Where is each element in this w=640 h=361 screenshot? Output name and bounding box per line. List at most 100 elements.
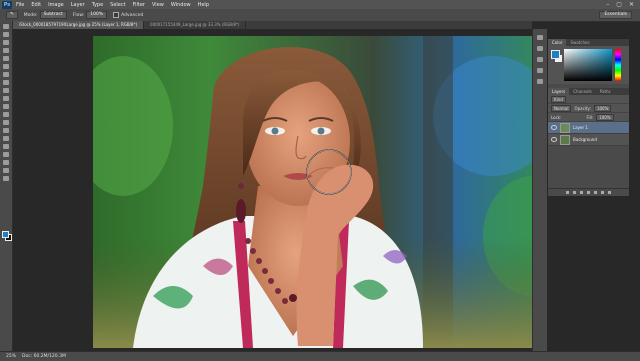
visibility-eye-icon[interactable] <box>551 125 557 130</box>
mode-select[interactable]: Subtract <box>39 11 67 19</box>
menu-window[interactable]: Window <box>171 2 191 8</box>
eyedropper-tool-icon[interactable] <box>3 64 9 69</box>
workspace-select[interactable]: Essentials <box>599 11 632 19</box>
flow-input[interactable]: 100% <box>86 11 108 19</box>
tool-preset-icon[interactable]: ✎ <box>6 11 18 19</box>
hand-tool-icon[interactable] <box>3 168 9 173</box>
lock-label: Lock: <box>551 114 562 120</box>
trash-icon[interactable] <box>608 191 611 194</box>
paragraph-panel-icon[interactable] <box>537 79 543 84</box>
tab-channels[interactable]: Channels <box>569 88 596 95</box>
collapsed-panels <box>532 29 547 351</box>
window-controls: – ▢ ✕ <box>606 1 634 8</box>
menu-filter[interactable]: Filter <box>133 2 145 8</box>
lasso-tool-icon[interactable] <box>3 40 9 45</box>
fill-input[interactable]: 100% <box>596 113 614 121</box>
canvas-area[interactable] <box>13 29 532 351</box>
tab-swatches[interactable]: Swatches <box>566 39 593 46</box>
fill-label: Fill: <box>586 114 594 120</box>
marquee-tool-icon[interactable] <box>3 32 9 37</box>
character-panel-icon[interactable] <box>537 68 543 73</box>
brush-tool-icon[interactable] <box>3 80 9 85</box>
maximize-button[interactable]: ▢ <box>616 1 622 8</box>
history-panel-icon[interactable] <box>537 35 543 40</box>
layer-name: Layer 1 <box>573 125 588 130</box>
healing-tool-icon[interactable] <box>3 72 9 77</box>
tools-panel <box>0 21 13 351</box>
group-icon[interactable] <box>594 191 597 194</box>
menu-type[interactable]: Type <box>92 2 103 8</box>
gradient-tool-icon[interactable] <box>3 112 9 117</box>
opacity-input[interactable]: 100% <box>593 104 612 112</box>
brush-panel-icon[interactable] <box>537 57 543 62</box>
eraser-tool-icon[interactable] <box>3 104 9 109</box>
layer-row-layer-1[interactable]: Layer 1 <box>548 122 629 134</box>
menu-bar: Ps File Edit Image Layer Type Select Fil… <box>0 0 640 9</box>
tab-document-2[interactable]: 000017155449_Large.jpg @ 33.3% (RGB/8*) <box>144 21 247 29</box>
tab-document-1[interactable]: iStock_000018579719XLarge.jpg @ 25% (Lay… <box>13 21 145 29</box>
properties-panel-icon[interactable] <box>537 46 543 51</box>
dodge-tool-icon[interactable] <box>3 128 9 133</box>
doc-size: Doc: 60.2M/120.3M <box>22 354 66 359</box>
layer-thumbnail <box>560 134 570 145</box>
menu-help[interactable]: Help <box>198 2 209 8</box>
mask-icon[interactable] <box>580 191 583 194</box>
zoom-tool-icon[interactable] <box>3 176 9 181</box>
photoshop-logo: Ps <box>2 0 12 9</box>
menu-file[interactable]: File <box>16 2 24 8</box>
right-panel: Color Swatches Layers Channels Paths Kin… <box>547 38 630 197</box>
zoom-level[interactable]: 25% <box>6 354 16 359</box>
menu-edit[interactable]: Edit <box>31 2 41 8</box>
flow-control: Flow: 100% <box>72 11 108 19</box>
pen-tool-icon[interactable] <box>3 136 9 141</box>
tab-layers[interactable]: Layers <box>548 88 570 95</box>
new-layer-icon[interactable] <box>601 191 604 194</box>
history-brush-tool-icon[interactable] <box>3 96 9 101</box>
color-spectrum[interactable] <box>564 49 612 81</box>
color-picker <box>548 46 629 84</box>
foreground-color-swatch[interactable] <box>2 231 9 238</box>
layer-filter-row: Kind <box>548 95 629 104</box>
crop-tool-icon[interactable] <box>3 56 9 61</box>
advanced-option[interactable]: Advanced <box>113 12 143 18</box>
link-layers-icon[interactable] <box>566 191 569 194</box>
fx-icon[interactable] <box>573 191 576 194</box>
layers-panel-tabs: Layers Channels Paths <box>548 88 629 95</box>
type-tool-icon[interactable] <box>3 144 9 149</box>
blend-mode-select[interactable]: Normal <box>551 104 572 112</box>
document-tabs: iStock_000018579719XLarge.jpg @ 25% (Lay… <box>13 21 532 29</box>
move-tool-icon[interactable] <box>3 24 9 29</box>
menu-view[interactable]: View <box>152 2 164 8</box>
layers-footer <box>548 188 629 196</box>
blur-tool-icon[interactable] <box>3 120 9 125</box>
kind-select[interactable]: Kind <box>551 95 566 103</box>
lock-row: Lock: Fill: 100% <box>548 113 629 122</box>
menu-select[interactable]: Select <box>110 2 125 8</box>
quick-select-tool-icon[interactable] <box>3 48 9 53</box>
tab-paths[interactable]: Paths <box>596 88 615 95</box>
flow-label: Flow: <box>72 12 85 18</box>
hue-slider[interactable] <box>615 49 621 81</box>
visibility-eye-icon[interactable] <box>551 137 557 142</box>
color-panel-tabs: Color Swatches <box>548 39 629 46</box>
adjustment-icon[interactable] <box>587 191 590 194</box>
advanced-label: Advanced <box>121 12 144 18</box>
path-select-tool-icon[interactable] <box>3 152 9 157</box>
opacity-label: Opacity: <box>574 105 591 111</box>
mode-control: Mode: Subtract <box>24 11 67 19</box>
clone-stamp-tool-icon[interactable] <box>3 88 9 93</box>
layer-row-background[interactable]: Background <box>548 134 629 146</box>
menu-layer[interactable]: Layer <box>71 2 85 8</box>
tab-color[interactable]: Color <box>548 39 567 46</box>
color-fg-swatch[interactable] <box>551 50 560 59</box>
menu-image[interactable]: Image <box>48 2 64 8</box>
minimize-button[interactable]: – <box>606 1 609 8</box>
portrait-photo <box>93 36 532 348</box>
layer-name: Background <box>573 137 597 142</box>
advanced-checkbox[interactable] <box>113 12 120 18</box>
mode-label: Mode: <box>23 12 38 18</box>
close-button[interactable]: ✕ <box>629 1 634 8</box>
blend-row: Normal Opacity: 100% <box>548 104 629 113</box>
document-canvas[interactable] <box>93 36 532 348</box>
shape-tool-icon[interactable] <box>3 160 9 165</box>
